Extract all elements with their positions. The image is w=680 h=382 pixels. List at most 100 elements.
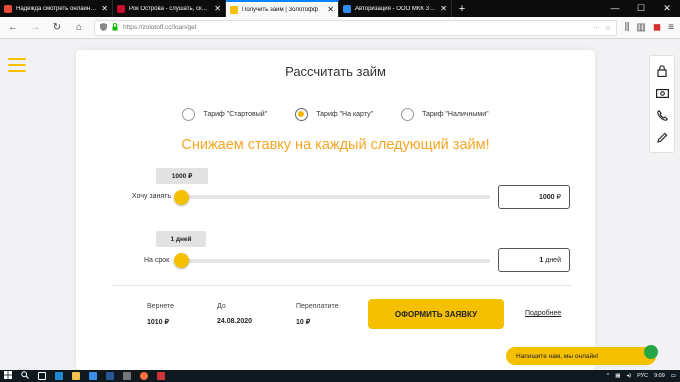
chat-widget[interactable]: Напишите нам, мы онлайн! (506, 345, 658, 365)
forward-icon[interactable]: → (28, 22, 42, 33)
minimize-button[interactable]: — (602, 0, 628, 17)
network-icon[interactable]: ▦ (615, 373, 620, 379)
amount-badge: 1000 ₽ (156, 168, 208, 184)
notifications-icon[interactable]: ▭ (671, 373, 676, 379)
app-icon[interactable] (157, 372, 165, 380)
tab-title: Получить займ | Золотофф (242, 6, 318, 13)
tab-close-icon[interactable]: ✕ (327, 5, 334, 14)
due-date-value: 24.08.2020 (217, 318, 253, 325)
tab-title: Рок Острова - слушать, скачать (129, 5, 211, 12)
url-text: https://zolotoff.cc/loan/get (123, 24, 197, 31)
return-label: Вернете (147, 303, 175, 310)
new-tab-button[interactable]: + (452, 0, 472, 17)
more-actions-icon[interactable]: ··· (593, 24, 600, 31)
term-value: 1 (539, 256, 544, 264)
hamburger-menu-icon[interactable] (8, 58, 26, 76)
online-status-icon (644, 345, 658, 359)
term-unit: дней (545, 256, 561, 264)
chevron-up-icon[interactable]: ^ (607, 373, 610, 379)
promo-headline: Снижаем ставку на каждый следующий займ! (181, 137, 490, 153)
windows-start-icon[interactable] (4, 371, 12, 381)
shield-icon[interactable] (100, 22, 107, 33)
browser-tab-2[interactable]: Рок Острова - слушать, скачать ✕ (113, 0, 226, 17)
reload-icon[interactable]: ↻ (50, 22, 64, 33)
page-title: Рассчитать займ (285, 64, 386, 79)
radio-button[interactable] (401, 108, 415, 121)
tab-favicon-icon (230, 5, 238, 14)
browser-tab-4[interactable]: Авторизация - ООО МКК Золото ✕ (339, 0, 452, 17)
app-icon[interactable] (123, 372, 131, 380)
chat-label: Напишите нам, мы онлайн! (516, 352, 599, 360)
term-input[interactable]: 1 дней (498, 248, 570, 272)
contact-side-panel (649, 55, 675, 153)
term-slider-track[interactable] (176, 259, 490, 263)
tab-close-icon[interactable]: ✕ (214, 4, 221, 13)
tariff-option-card[interactable]: Тариф "На карту" (295, 108, 373, 121)
maximize-button[interactable]: ☐ (628, 0, 654, 17)
lock-icon[interactable] (655, 64, 669, 78)
tariff-option-starter[interactable]: Тариф "Стартовый" (182, 108, 267, 121)
window-controls: — ☐ ✕ (602, 0, 680, 17)
loan-calculator-card: Рассчитать займ Тариф "Стартовый" Тариф … (76, 50, 595, 370)
tab-favicon-icon (117, 4, 125, 13)
bookmark-star-icon[interactable]: ☆ (605, 24, 611, 32)
return-value: 1010 ₽ (147, 319, 169, 326)
radio-button[interactable] (295, 108, 309, 121)
overpay-value: 10 ₽ (296, 319, 311, 326)
browser-tab-1[interactable]: Надежда смотреть онлайн 1 сезон ✕ (0, 0, 113, 17)
extension-icon[interactable]: ◼ (653, 22, 661, 33)
store-icon[interactable] (89, 372, 97, 380)
tab-close-icon[interactable]: ✕ (440, 4, 447, 13)
tariff-label: Тариф "На карту" (316, 111, 374, 118)
return-amount: Вернете 1010 ₽ (147, 303, 174, 326)
amount-input[interactable]: 1000 ₽ (498, 185, 570, 209)
system-tray: ^ ▦ ◂) РУС 9:09 ▭ (607, 373, 676, 379)
tariff-selector: Тариф "Стартовый" Тариф "На карту" Тариф… (76, 108, 595, 121)
term-badge: 1 дней (156, 231, 206, 247)
back-icon[interactable]: ← (6, 22, 20, 33)
cash-icon[interactable] (655, 86, 669, 100)
browser-tab-3[interactable]: Получить займ | Золотофф ✕ (226, 0, 339, 17)
divider (112, 285, 572, 286)
pen-icon[interactable] (655, 130, 669, 144)
windows-taskbar: ^ ▦ ◂) РУС 9:09 ▭ (0, 370, 680, 382)
clock[interactable]: 9:09 (654, 373, 665, 379)
menu-icon[interactable]: ≡ (668, 22, 674, 33)
details-link[interactable]: Подробнее (525, 310, 561, 317)
edge-icon[interactable] (55, 372, 63, 380)
task-view-icon[interactable] (38, 372, 46, 380)
tab-title: Авторизация - ООО МКК Золото (355, 5, 437, 12)
file-explorer-icon[interactable] (72, 372, 80, 380)
tab-title: Надежда смотреть онлайн 1 сезон (16, 5, 97, 12)
overpay-label: Переплатите (296, 303, 339, 310)
close-window-button[interactable]: ✕ (654, 0, 680, 17)
tab-close-icon[interactable]: ✕ (101, 4, 108, 13)
lock-icon[interactable] (112, 22, 118, 33)
tariff-option-cash[interactable]: Тариф "Наличными" (401, 108, 489, 121)
word-icon[interactable] (106, 372, 114, 380)
radio-button[interactable] (182, 108, 196, 121)
term-slider-handle[interactable] (174, 253, 189, 268)
volume-icon[interactable]: ◂) (626, 373, 631, 379)
language-indicator[interactable]: РУС (637, 373, 648, 379)
tariff-label: Тариф "Наличными" (422, 111, 489, 118)
due-date: До 24.08.2020 (217, 303, 252, 325)
library-icon[interactable]: ⫼ (625, 22, 630, 33)
search-icon[interactable] (21, 371, 29, 381)
term-label: На срок (144, 257, 170, 264)
sidebar-icon[interactable]: ▥ (636, 22, 645, 33)
amount-slider-handle[interactable] (174, 190, 189, 205)
due-date-label: До (217, 303, 226, 310)
toolbar-right: ⫼ ▥ ◼ ≡ (625, 22, 674, 33)
address-bar[interactable]: https://zolotoff.cc/loan/get ··· ☆ (94, 19, 617, 36)
amount-slider-track[interactable] (176, 195, 490, 199)
submit-application-button[interactable]: ОФОРМИТЬ ЗАЯВКУ (368, 299, 504, 329)
navigation-bar: ← → ↻ ⌂ https://zolotoff.cc/loan/get ···… (0, 17, 680, 39)
tariff-label: Тариф "Стартовый" (203, 111, 268, 118)
home-icon[interactable]: ⌂ (72, 22, 86, 33)
phone-icon[interactable] (655, 108, 669, 122)
firefox-icon[interactable] (140, 372, 148, 380)
currency-unit: ₽ (556, 194, 561, 201)
overpay-amount: Переплатите 10 ₽ (296, 303, 338, 326)
tab-strip: Надежда смотреть онлайн 1 сезон ✕ Рок Ос… (0, 0, 680, 17)
